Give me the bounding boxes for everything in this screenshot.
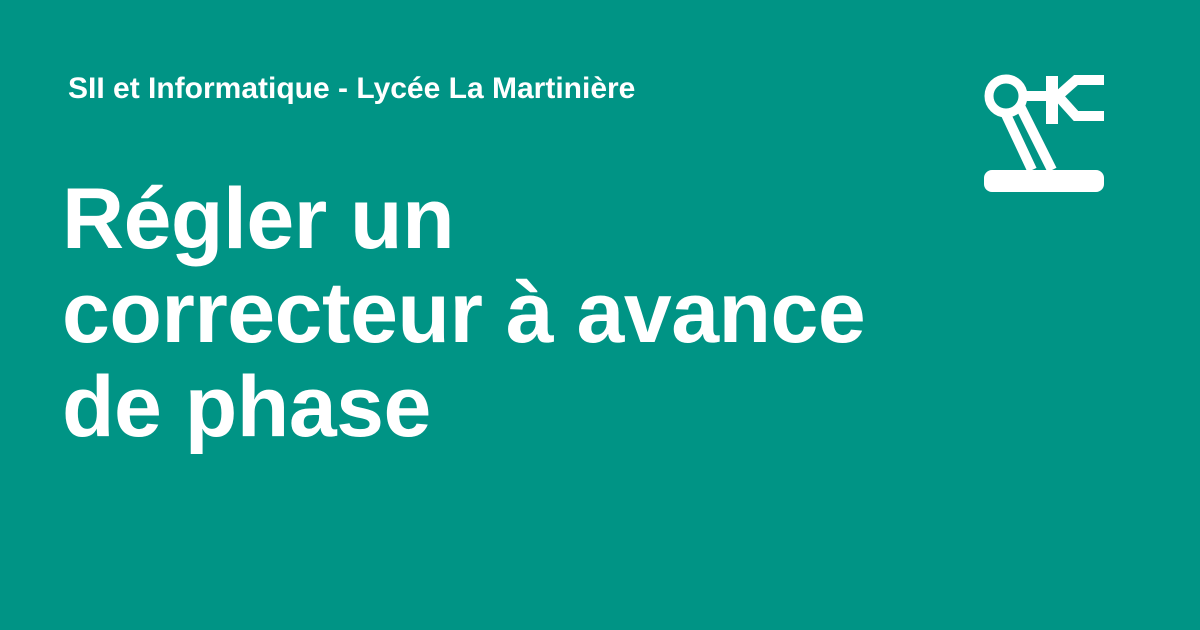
robot-arm-icon [984, 74, 1104, 192]
page-title: Régler un correcteur à avance de phase [62, 172, 942, 454]
page-title-line-3: de phase [62, 359, 431, 455]
page-title-line-2: correcteur à avance [62, 265, 866, 361]
social-card: SII et Informatique - Lycée La Martinièr… [0, 0, 1200, 630]
page-title-line-1: Régler un [62, 171, 455, 267]
site-name: SII et Informatique - Lycée La Martinièr… [68, 72, 636, 105]
